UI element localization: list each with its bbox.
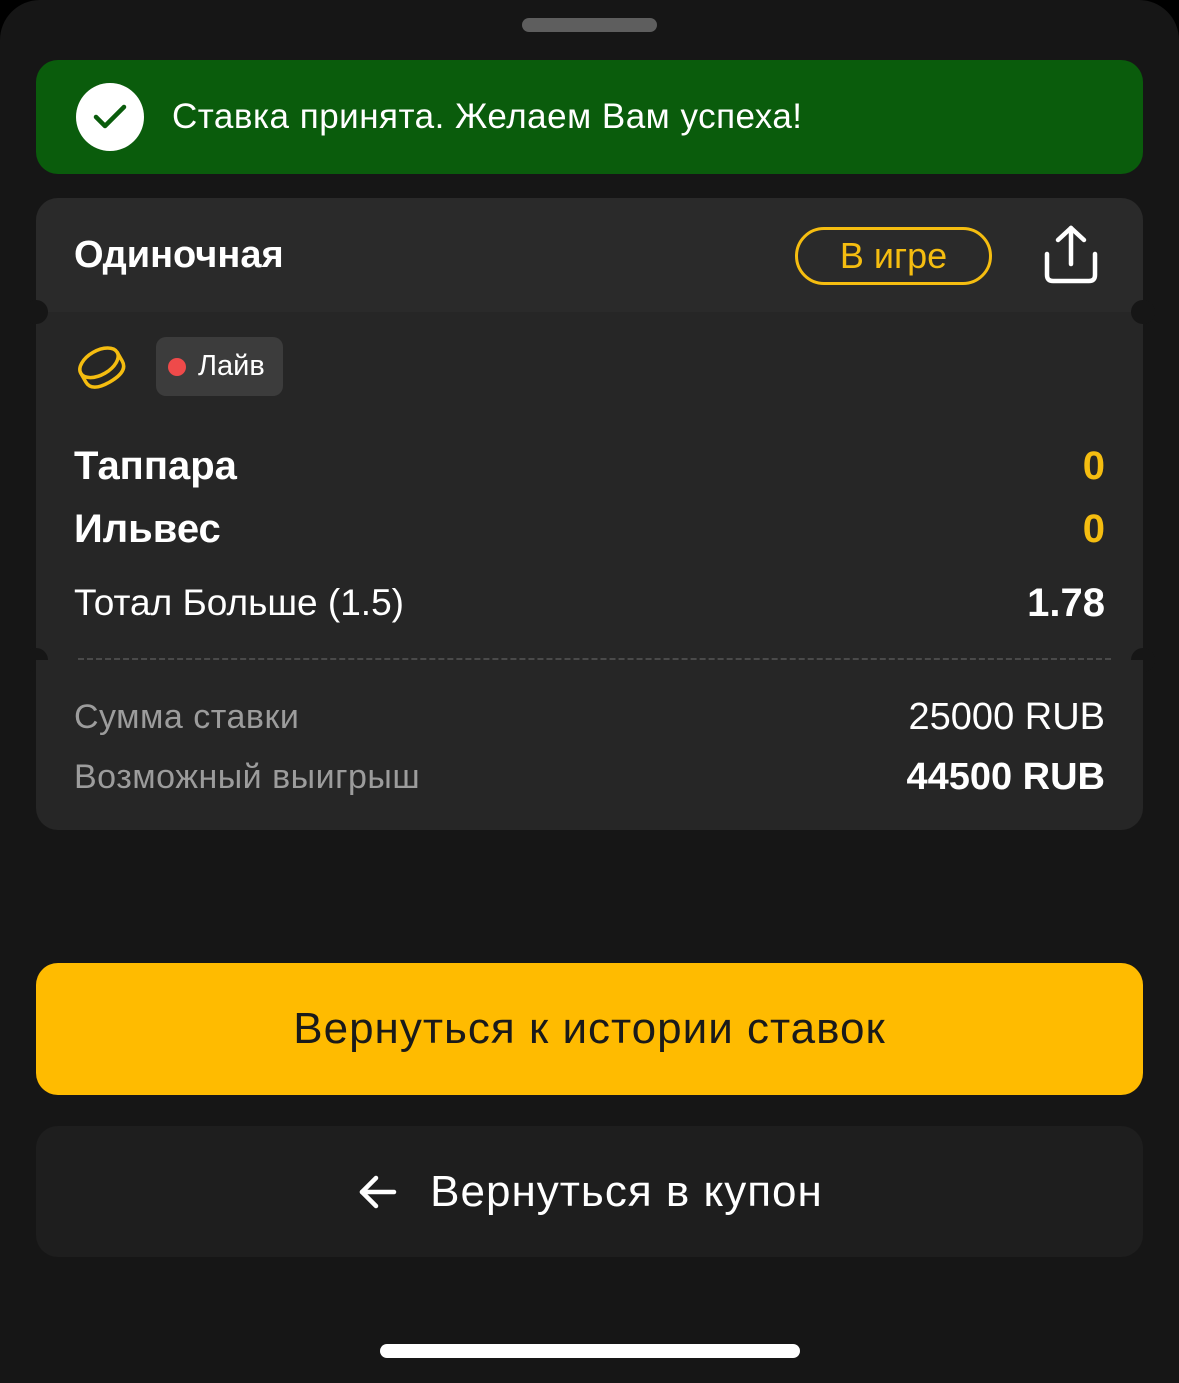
stake-label: Сумма ставки — [74, 698, 300, 736]
bet-odds: 1.78 — [1027, 581, 1105, 625]
arrow-left-icon — [359, 1175, 397, 1208]
toast-message: Ставка принята. Желаем Вам успеха! — [172, 97, 803, 136]
team-away-name: Ильвес — [74, 507, 221, 551]
live-dot-icon — [168, 357, 186, 376]
back-to-coupon-label: Вернуться в купон — [430, 1166, 823, 1216]
stake-value: 25000 RUB — [908, 696, 1105, 738]
bet-market: Тотал Больше (1.5) — [74, 582, 404, 623]
win-label: Возможный выигрыш — [74, 758, 421, 796]
live-badge: Лайв — [156, 337, 283, 396]
team-away-score: 0 — [1082, 507, 1105, 551]
bottom-sheet: Ставка принята. Желаем Вам успеха! Одино… — [0, 0, 1179, 1383]
live-label: Лайв — [198, 350, 265, 382]
bet-type-title: Одиночная — [74, 234, 284, 276]
win-value: 44500 RUB — [906, 756, 1105, 798]
home-indicator[interactable] — [380, 1344, 800, 1358]
bet-history-button[interactable]: Вернуться к истории ставок — [36, 963, 1143, 1095]
status-badge: В игре — [795, 227, 992, 285]
ticket-notch — [24, 300, 48, 324]
hockey-puck-icon — [76, 342, 128, 394]
share-button[interactable] — [1036, 220, 1106, 290]
bet-summary: Сумма ставки 25000 RUB Возможный выигрыш… — [36, 660, 1143, 830]
bet-card-header: Одиночная В игре — [36, 198, 1143, 312]
share-icon — [1044, 225, 1098, 284]
team-home-score: 0 — [1082, 444, 1105, 488]
back-to-coupon-button[interactable]: Вернуться в купон — [36, 1126, 1143, 1257]
sheet-grabber[interactable] — [522, 18, 657, 32]
ticket-notch — [1131, 300, 1155, 324]
bet-event: Лайв Таппара 0 Ильвес 0 Тотал Больше (1.… — [24, 300, 1155, 672]
team-home-name: Таппара — [74, 444, 237, 488]
check-icon — [76, 83, 144, 151]
success-toast: Ставка принята. Желаем Вам успеха! — [36, 60, 1143, 174]
